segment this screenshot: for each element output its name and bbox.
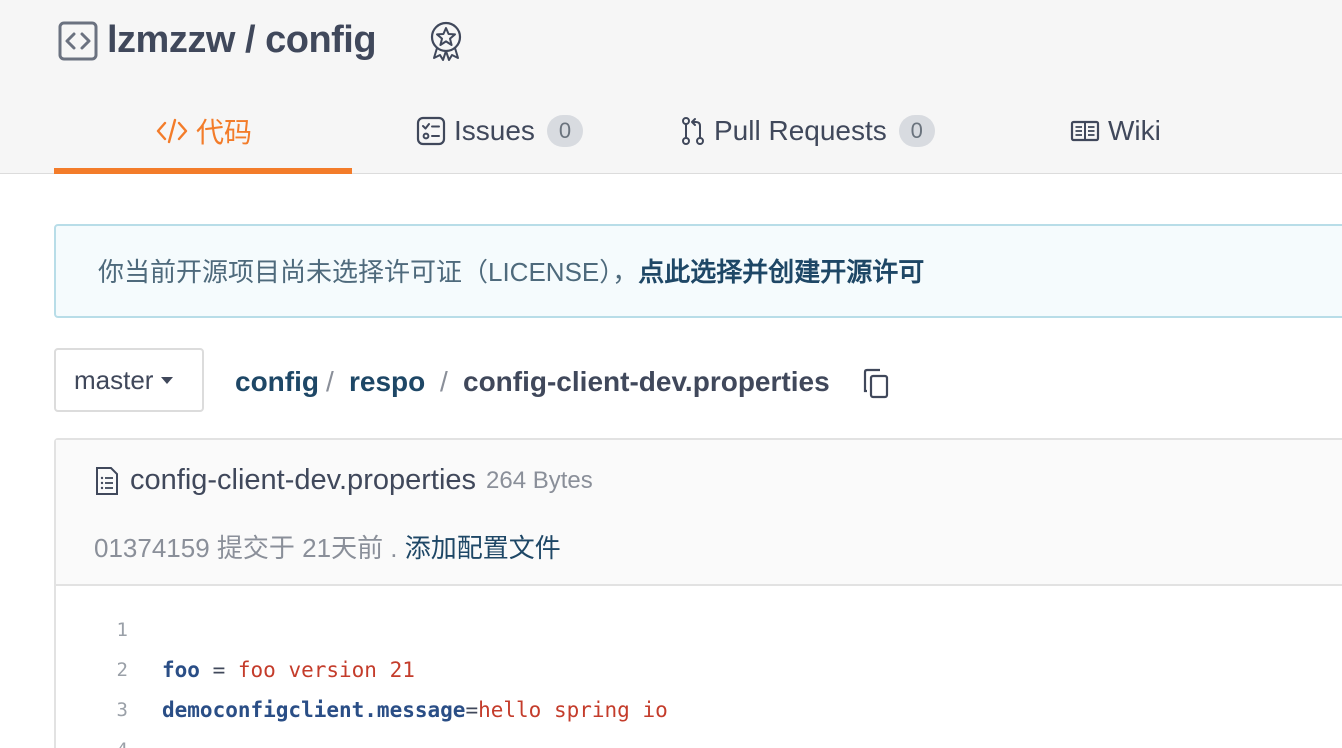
file-size: 264 Bytes <box>486 466 593 494</box>
code-text: foo = foo version 21 <box>162 650 415 690</box>
property-key: democonfigclient.message <box>162 698 466 722</box>
code-line: 1 <box>56 610 1342 650</box>
code-text: democonfigclient.message=hello spring io <box>162 690 668 730</box>
breadcrumb-folder[interactable]: respo <box>349 362 425 402</box>
active-tab-indicator <box>54 168 352 174</box>
file-header: config-client-dev.properties 264 Bytes 0… <box>56 440 1342 586</box>
branch-name: master <box>74 364 154 395</box>
property-operator: = <box>199 658 238 682</box>
tab-code-label: 代码 <box>196 117 253 148</box>
repository-icon <box>58 21 98 61</box>
code-line: 2 foo = foo version 21 <box>56 650 1342 690</box>
tab-pull-requests[interactable]: Pull Requests 0 <box>680 100 935 162</box>
license-notice-text: 你当前开源项目尚未选择许可证（LICENSE）， <box>98 257 639 287</box>
license-notice: 你当前开源项目尚未选择许可证（LICENSE），点此选择并创建开源许可 <box>54 224 1342 318</box>
breadcrumb-current-file: config-client-dev.properties <box>463 366 830 397</box>
repo-header: lzmzzw / config 代码 Issues 0 Pull Request… <box>0 0 1342 174</box>
repo-name[interactable]: config <box>265 19 376 61</box>
pull-requests-count-badge: 0 <box>898 115 935 147</box>
commit-info: 01374159 提交于 21天前 . 添加配置文件 <box>94 528 561 565</box>
tab-wiki[interactable]: Wiki <box>1070 100 1161 162</box>
tab-issues-label: Issues <box>454 115 535 146</box>
repo-owner[interactable]: lzmzzw <box>107 19 235 61</box>
commit-hash[interactable]: 01374159 <box>94 533 210 563</box>
property-value: hello spring io <box>478 698 668 722</box>
issues-icon <box>416 116 446 146</box>
file-viewer: config-client-dev.properties 264 Bytes 0… <box>54 438 1342 748</box>
issues-count-badge: 0 <box>546 115 583 147</box>
line-number[interactable]: 1 <box>56 610 128 650</box>
commit-meta: 提交于 21天前 . <box>216 533 398 563</box>
tab-pull-requests-label: Pull Requests <box>714 115 887 146</box>
line-number[interactable]: 3 <box>56 690 128 730</box>
line-number[interactable]: 4 <box>56 730 128 748</box>
code-block: 1 2 foo = foo version 21 3 democonfigcli… <box>56 610 1342 748</box>
wiki-book-icon <box>1070 120 1100 142</box>
copy-path-icon[interactable] <box>862 368 890 400</box>
code-line: 3 democonfigclient.message=hello spring … <box>56 690 1342 730</box>
breadcrumb-separator: / <box>326 366 334 397</box>
create-license-link[interactable]: 点此选择并创建开源许可 <box>638 257 924 287</box>
code-line: 4 <box>56 730 1342 748</box>
tab-wiki-label: Wiki <box>1108 115 1161 146</box>
property-value: foo version 21 <box>237 658 415 682</box>
tab-issues[interactable]: Issues 0 <box>416 100 583 162</box>
caret-down-icon <box>161 376 174 384</box>
commit-message-link[interactable]: 添加配置文件 <box>405 533 561 563</box>
code-icon <box>156 118 188 144</box>
file-title-row: config-client-dev.properties 264 Bytes <box>94 464 593 497</box>
property-operator: = <box>465 698 479 722</box>
pull-request-icon <box>682 117 704 145</box>
breadcrumb-root[interactable]: config <box>235 362 319 402</box>
property-key: foo <box>162 658 200 682</box>
repo-title-separator: / <box>234 19 266 61</box>
recommended-badge-icon <box>430 21 462 61</box>
file-icon <box>96 466 118 495</box>
file-name: config-client-dev.properties <box>130 464 477 496</box>
repo-title[interactable]: lzmzzw / config <box>107 14 377 66</box>
breadcrumb-separator: / <box>440 366 448 397</box>
line-number[interactable]: 2 <box>56 650 128 690</box>
tab-code[interactable]: 代码 <box>156 100 252 162</box>
branch-selector[interactable]: master <box>54 348 204 412</box>
